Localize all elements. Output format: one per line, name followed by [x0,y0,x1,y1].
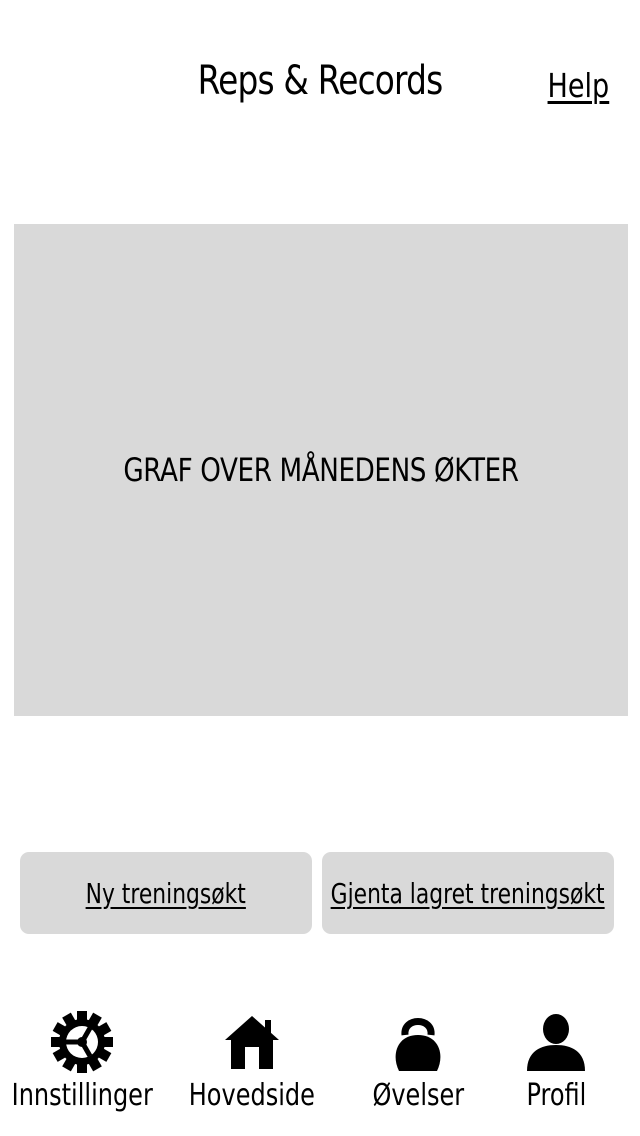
nav-profile[interactable]: Profil [476,1012,636,1113]
repeat-saved-workout-button[interactable]: Gjenta lagret treningsøkt [322,852,614,934]
gear-icon [50,1011,114,1073]
help-link[interactable]: Help [547,66,609,105]
nav-exercises[interactable]: Øvelser [338,1012,498,1113]
nav-exercises-label: Øvelser [372,1078,464,1113]
app-title: Reps & Records [197,58,444,104]
new-workout-label: Ny treningsøkt [85,876,247,910]
home-icon [220,1012,284,1072]
nav-home-label: Hovedside [188,1078,316,1113]
new-workout-button[interactable]: Ny treningsøkt [20,852,312,934]
nav-settings-label: Innstillinger [11,1078,153,1113]
kettlebell-icon [386,1012,450,1072]
person-icon [524,1012,588,1072]
home-screen: Reps & Records Help GRAF OVER MÅNEDENS Ø… [0,0,640,1136]
nav-home[interactable]: Hovedside [172,1012,332,1113]
monthly-sessions-graph: GRAF OVER MÅNEDENS ØKTER [14,224,628,716]
repeat-saved-workout-label: Gjenta lagret treningsøkt [331,876,606,910]
graph-placeholder-label: GRAF OVER MÅNEDENS ØKTER [123,451,519,489]
nav-settings[interactable]: Innstillinger [2,1011,162,1113]
nav-profile-label: Profil [526,1078,586,1113]
